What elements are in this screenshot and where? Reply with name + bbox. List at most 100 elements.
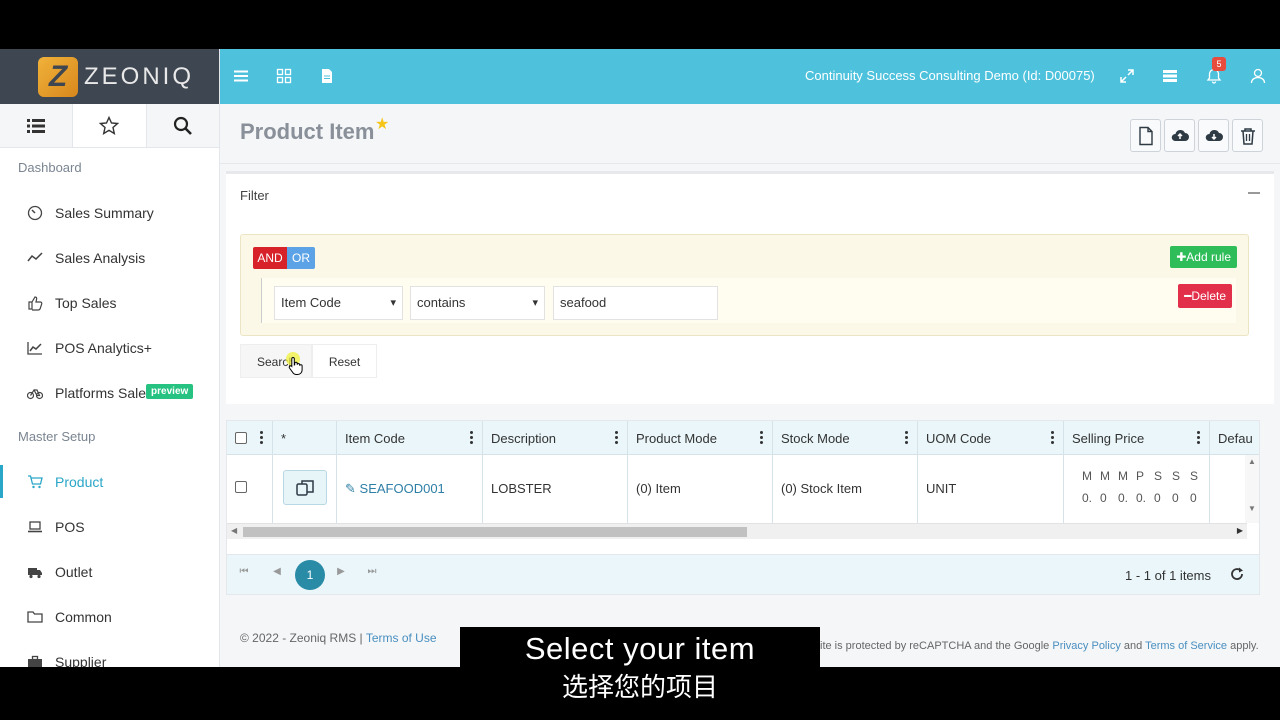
sp-header: S	[1154, 469, 1163, 483]
current-page[interactable]: 1	[295, 560, 325, 590]
cell-product-mode: (0) Item	[628, 455, 773, 523]
first-page-icon[interactable]: ⏮	[237, 566, 251, 577]
privacy-policy-link[interactable]: Privacy Policy	[1052, 640, 1120, 652]
column-header: UOM Code	[926, 431, 992, 446]
grid-icon[interactable]	[274, 66, 294, 86]
column-menu-icon[interactable]	[1051, 431, 1054, 444]
col-select	[227, 421, 273, 454]
sp-header: S	[1190, 469, 1199, 483]
stock-mode-text: (0) Stock Item	[781, 481, 862, 496]
table-row[interactable]: ✎ SEAFOOD001 LOBSTER (0) Item (0) Stock …	[227, 455, 1259, 523]
select-all-checkbox[interactable]	[235, 432, 247, 444]
pager-info: 1 - 1 of 1 items	[1125, 568, 1211, 583]
horizontal-scrollbar[interactable]: ◀ ▶	[227, 523, 1247, 539]
terms-of-use-link[interactable]: Terms of Use	[366, 631, 437, 645]
sidebar-item-sales-analysis[interactable]: Sales Analysis	[0, 235, 219, 280]
column-header: Description	[491, 431, 557, 446]
zeoniq-logo-icon: Z	[38, 56, 78, 97]
row-checkbox[interactable]	[235, 481, 247, 493]
column-menu-icon[interactable]	[260, 431, 263, 444]
column-header: Product Mode	[636, 431, 717, 446]
field-select[interactable]: Item Code ▾	[274, 286, 403, 320]
operator-select[interactable]: contains ▾	[410, 286, 545, 320]
and-toggle[interactable]: AND	[253, 247, 287, 269]
delete-all-button[interactable]	[1232, 119, 1263, 152]
list-icon	[27, 118, 46, 133]
brand-name: ZEONIQ	[84, 62, 195, 90]
page-title: Product Item	[240, 119, 375, 144]
subtitle-english: Select your item	[524, 631, 756, 666]
col-item-code[interactable]: Item Code	[337, 421, 483, 454]
field-select-value: Item Code	[281, 295, 341, 310]
sidebar-item-pos-analytics[interactable]: POS Analytics+	[0, 325, 219, 370]
value-input[interactable]: seafood	[553, 286, 718, 320]
reset-button[interactable]: Reset	[312, 344, 377, 378]
sp-value: 0	[1172, 491, 1179, 505]
scroll-thumb[interactable]	[243, 527, 747, 537]
scroll-down-arrow-icon[interactable]: ▼	[1245, 504, 1259, 513]
sidebar-item-label: Sales Analysis	[55, 249, 146, 266]
column-menu-icon[interactable]	[470, 431, 473, 444]
prev-page-icon[interactable]: ◀	[270, 566, 284, 577]
col-uom-code[interactable]: UOM Code	[918, 421, 1064, 454]
column-menu-icon[interactable]	[905, 431, 908, 444]
or-toggle[interactable]: OR	[287, 247, 315, 269]
sp-value: 0.	[1118, 491, 1129, 505]
new-document-button[interactable]	[1130, 119, 1161, 152]
sidebar-item-supplier[interactable]: Supplier	[0, 639, 219, 667]
col-default[interactable]: Defau	[1210, 421, 1259, 454]
next-page-icon[interactable]: ▶	[334, 566, 348, 577]
item-code-link[interactable]: ✎ SEAFOOD001	[345, 481, 445, 497]
scroll-up-arrow-icon[interactable]: ▲	[1245, 457, 1259, 466]
sp-value: 0	[1100, 491, 1107, 505]
cloud-download-icon	[1205, 129, 1223, 141]
tab-menu[interactable]	[0, 104, 74, 147]
scroll-left-arrow-icon[interactable]: ◀	[231, 526, 237, 535]
column-menu-icon[interactable]	[760, 431, 763, 444]
col-stock-mode[interactable]: Stock Mode	[773, 421, 918, 454]
delete-rule-button[interactable]: ━Delete	[1178, 284, 1232, 308]
refresh-icon[interactable]	[1229, 566, 1245, 582]
sidebar-item-top-sales[interactable]: Top Sales	[0, 280, 219, 325]
document-icon[interactable]	[317, 66, 337, 86]
scroll-right-arrow-icon[interactable]: ▶	[1237, 526, 1243, 535]
cart-icon	[26, 473, 44, 491]
terms-of-service-link[interactable]: Terms of Service	[1145, 640, 1227, 652]
user-icon[interactable]	[1248, 66, 1268, 86]
vertical-scrollbar[interactable]: ▲ ▼	[1245, 455, 1259, 523]
favorite-star-icon[interactable]: ★	[375, 114, 389, 134]
server-icon[interactable]	[1160, 66, 1180, 86]
search-icon	[173, 116, 192, 135]
sidebar-item-product[interactable]: Product	[0, 459, 219, 504]
sp-header: S	[1172, 469, 1181, 483]
upload-button[interactable]	[1164, 119, 1195, 152]
briefcase-icon	[26, 653, 44, 667]
column-menu-icon[interactable]	[1197, 431, 1200, 444]
collapse-icon[interactable]	[1248, 192, 1260, 194]
sidebar-item-sales-summary[interactable]: Sales Summary	[0, 190, 219, 235]
add-rule-button[interactable]: ✚Add rule	[1170, 246, 1237, 268]
tab-favorites[interactable]	[73, 104, 147, 147]
tab-search[interactable]	[146, 104, 219, 147]
download-button[interactable]	[1198, 119, 1229, 152]
hamburger-icon[interactable]	[231, 66, 251, 86]
page-header: Product Item ★	[220, 104, 1280, 164]
notification-badge: 5	[1212, 57, 1226, 71]
col-product-mode[interactable]: Product Mode	[628, 421, 773, 454]
expand-icon[interactable]	[1117, 66, 1137, 86]
sidebar-item-label: Sales Summary	[55, 204, 154, 221]
sidebar-item-platforms-sale[interactable]: Platforms Sale preview	[0, 370, 219, 415]
col-description[interactable]: Description	[483, 421, 628, 454]
sidebar-item-common[interactable]: Common	[0, 594, 219, 639]
column-menu-icon[interactable]	[615, 431, 618, 444]
cell-item-code: ✎ SEAFOOD001	[337, 455, 483, 523]
column-header: Selling Price	[1072, 431, 1145, 446]
col-selling-price[interactable]: Selling Price	[1064, 421, 1210, 454]
brand-logo[interactable]: Z ZEONIQ	[0, 49, 219, 104]
trash-icon	[1240, 127, 1255, 145]
bell-icon[interactable]: 5	[1204, 57, 1226, 86]
sidebar-item-pos[interactable]: POS	[0, 504, 219, 549]
copy-button[interactable]	[283, 470, 327, 505]
last-page-icon[interactable]: ⏭	[365, 566, 379, 577]
sidebar-item-outlet[interactable]: Outlet	[0, 549, 219, 594]
